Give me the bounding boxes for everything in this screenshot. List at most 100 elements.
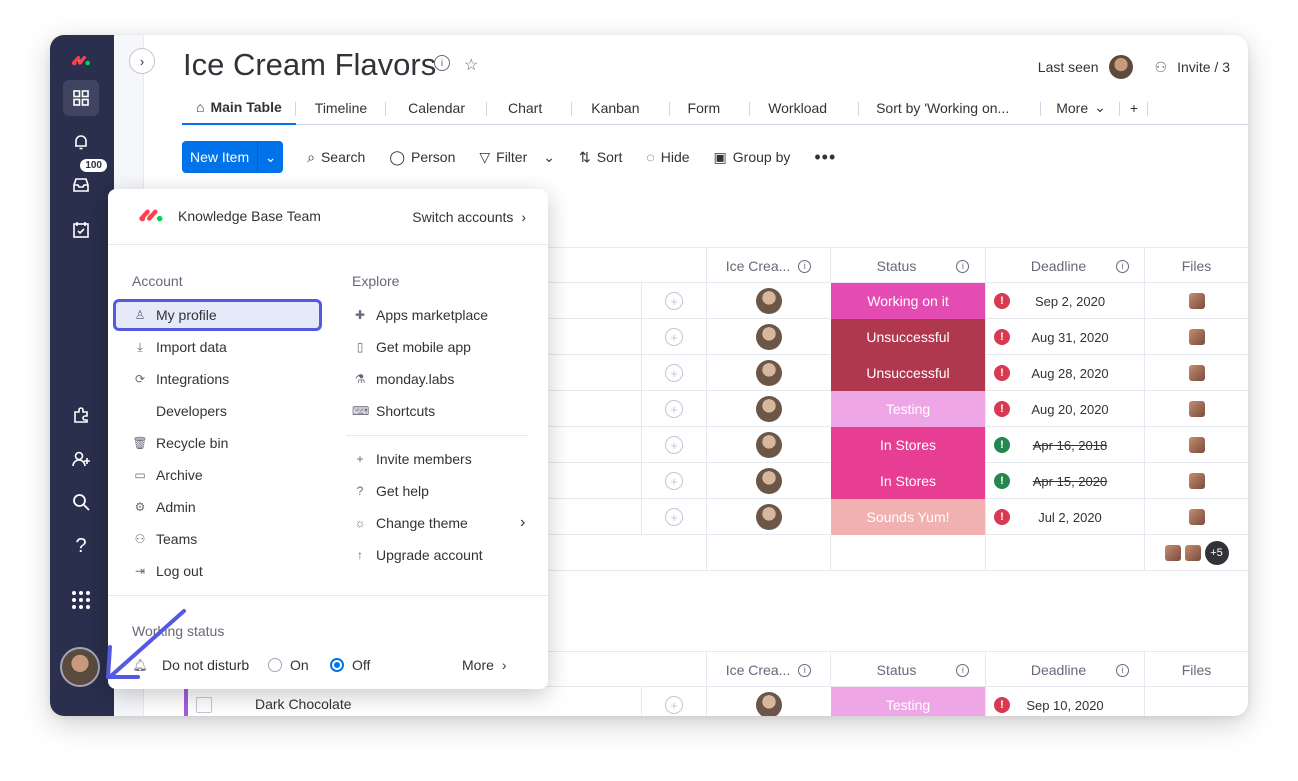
help-question-icon[interactable]: ? xyxy=(63,528,99,564)
tab-chart[interactable]: Chart xyxy=(487,91,573,125)
status-cell[interactable]: Testing xyxy=(830,687,985,716)
menu-item-teams[interactable]: ⚇ Teams xyxy=(132,525,198,553)
deadline-cell[interactable]: ! Sep 2, 2020 xyxy=(985,283,1144,319)
person-cell[interactable] xyxy=(706,499,830,535)
deadline-cell[interactable]: ! Aug 31, 2020 xyxy=(985,319,1144,355)
add-view-button[interactable]: + xyxy=(1120,91,1149,125)
new-item-dropdown[interactable]: ⌄ xyxy=(257,141,283,173)
menu-item-shortcuts[interactable]: ⌨ Shortcuts xyxy=(352,397,435,425)
info-icon[interactable]: i xyxy=(434,55,450,71)
column-header-files[interactable]: Files xyxy=(1144,248,1248,284)
person-cell[interactable] xyxy=(706,283,830,319)
menu-item-developers[interactable]: Developers xyxy=(132,397,227,425)
file-thumbnail[interactable] xyxy=(1188,329,1205,345)
column-header-ice-cream[interactable]: Ice Crea... i xyxy=(706,652,830,688)
menu-item-invite-members[interactable]: + Invite members xyxy=(352,445,471,473)
apps-puzzle-icon[interactable] xyxy=(63,397,99,433)
switch-accounts-link[interactable]: Switch accounts › xyxy=(412,209,526,225)
workspace-icon[interactable] xyxy=(63,80,99,116)
status-cell[interactable]: Unsuccessful xyxy=(830,319,985,355)
menu-item-my-profile[interactable]: ♙ My profile xyxy=(132,301,217,329)
board-title[interactable]: Ice Cream Flavors xyxy=(183,47,436,83)
tab-main-table[interactable]: ⌂ Main Table xyxy=(182,91,296,125)
files-cell[interactable] xyxy=(1144,499,1248,535)
updates-cell[interactable]: + xyxy=(641,283,706,319)
file-thumbnail[interactable] xyxy=(1188,293,1205,309)
table-row[interactable]: Dark Chocolate + Testing ! Sep 10, 2020 xyxy=(144,687,1248,716)
updates-cell[interactable]: + xyxy=(641,687,706,716)
new-item-button[interactable]: New Item ⌄ xyxy=(182,141,284,173)
tab-form[interactable]: Form xyxy=(670,91,751,125)
file-thumbnail[interactable] xyxy=(1188,473,1205,489)
files-cell[interactable] xyxy=(1144,355,1248,391)
menu-item-get-help[interactable]: ? Get help xyxy=(352,477,429,505)
menu-item-change-theme[interactable]: ☼ Change theme xyxy=(352,509,468,537)
files-cell[interactable] xyxy=(1144,463,1248,499)
files-cell[interactable] xyxy=(1144,283,1248,319)
person-filter-button[interactable]: ◯ Person xyxy=(377,141,467,173)
hide-button[interactable]: ◌ Hide xyxy=(634,141,701,173)
tab-sort-by-working[interactable]: Sort by 'Working on... xyxy=(859,91,1042,125)
deadline-cell[interactable]: ! Aug 28, 2020 xyxy=(985,355,1144,391)
files-cell[interactable] xyxy=(1144,427,1248,463)
invite-user-icon[interactable] xyxy=(63,441,99,477)
deadline-cell[interactable]: ! Jul 2, 2020 xyxy=(985,499,1144,535)
person-cell[interactable] xyxy=(706,319,830,355)
expand-sidebar-button[interactable]: › xyxy=(129,48,155,74)
column-header-ice-cream[interactable]: Ice Crea... i xyxy=(706,248,830,284)
status-cell[interactable]: Working on it xyxy=(830,283,985,319)
menu-item-upgrade-account[interactable]: ↑ Upgrade account xyxy=(352,541,483,569)
files-summary-cell[interactable]: +5 xyxy=(1144,535,1248,571)
info-icon[interactable]: i xyxy=(798,259,812,273)
person-cell[interactable] xyxy=(706,687,830,716)
person-cell[interactable] xyxy=(706,391,830,427)
menu-item-archive[interactable]: ▭ Archive xyxy=(132,461,202,489)
search-button[interactable]: ⌕ Search xyxy=(295,141,377,173)
menu-item-monday-labs[interactable]: ⚗ monday.labs xyxy=(352,365,455,393)
column-header-deadline[interactable]: Deadline i xyxy=(985,652,1144,688)
row-checkbox[interactable] xyxy=(196,697,212,713)
menu-item-import-data[interactable]: ⤓ Import data xyxy=(132,333,226,361)
person-cell[interactable] xyxy=(706,463,830,499)
files-cell[interactable] xyxy=(1144,687,1248,716)
menu-item-recycle-bin[interactable]: 🗑︎ Recycle bin xyxy=(132,429,228,457)
menu-item-apps-marketplace[interactable]: ✚ Apps marketplace xyxy=(352,301,488,329)
updates-cell[interactable]: + xyxy=(641,499,706,535)
file-thumbnail[interactable] xyxy=(1188,509,1205,525)
file-thumbnail[interactable] xyxy=(1184,545,1201,561)
info-icon[interactable]: i xyxy=(956,259,970,273)
info-icon[interactable]: i xyxy=(798,663,812,677)
inbox-icon[interactable]: 100 xyxy=(63,159,107,203)
item-name[interactable]: Dark Chocolate xyxy=(255,696,352,712)
deadline-cell[interactable]: ! Apr 15, 2020 xyxy=(985,463,1144,499)
last-seen-avatar[interactable] xyxy=(1108,55,1133,79)
products-grid-icon[interactable] xyxy=(63,582,99,618)
person-cell[interactable] xyxy=(706,355,830,391)
sort-button[interactable]: ⇅ Sort xyxy=(567,141,634,173)
deadline-cell[interactable]: ! Apr 16, 2018 xyxy=(985,427,1144,463)
tab-calendar[interactable]: Calendar xyxy=(386,91,487,125)
dnd-off-radio[interactable]: Off xyxy=(330,651,370,679)
info-icon[interactable]: i xyxy=(956,663,970,677)
menu-item-log-out[interactable]: ⇥ Log out xyxy=(132,557,203,585)
status-cell[interactable]: Unsuccessful xyxy=(830,355,985,391)
column-header-status[interactable]: Status i xyxy=(830,248,985,284)
deadline-cell[interactable]: ! Sep 10, 2020 xyxy=(985,687,1144,716)
status-cell[interactable]: In Stores xyxy=(830,427,985,463)
column-header-status[interactable]: Status i xyxy=(830,652,985,688)
updates-cell[interactable]: + xyxy=(641,319,706,355)
status-cell[interactable]: Sounds Yum! xyxy=(830,499,985,535)
updates-cell[interactable]: + xyxy=(641,355,706,391)
star-icon[interactable]: ☆ xyxy=(464,55,478,75)
status-cell[interactable]: In Stores xyxy=(830,463,985,499)
search-icon[interactable] xyxy=(63,484,99,520)
file-thumbnail[interactable] xyxy=(1188,365,1205,381)
user-avatar[interactable] xyxy=(60,647,100,687)
working-status-more-link[interactable]: More › xyxy=(462,651,507,679)
menu-item-get-mobile-app[interactable]: ▯ Get mobile app xyxy=(352,333,471,361)
files-cell[interactable] xyxy=(1144,319,1248,355)
my-work-icon[interactable] xyxy=(63,212,99,248)
deadline-cell[interactable]: ! Aug 20, 2020 xyxy=(985,391,1144,427)
tab-kanban[interactable]: Kanban xyxy=(572,91,670,125)
column-header-deadline[interactable]: Deadline i xyxy=(985,248,1144,284)
